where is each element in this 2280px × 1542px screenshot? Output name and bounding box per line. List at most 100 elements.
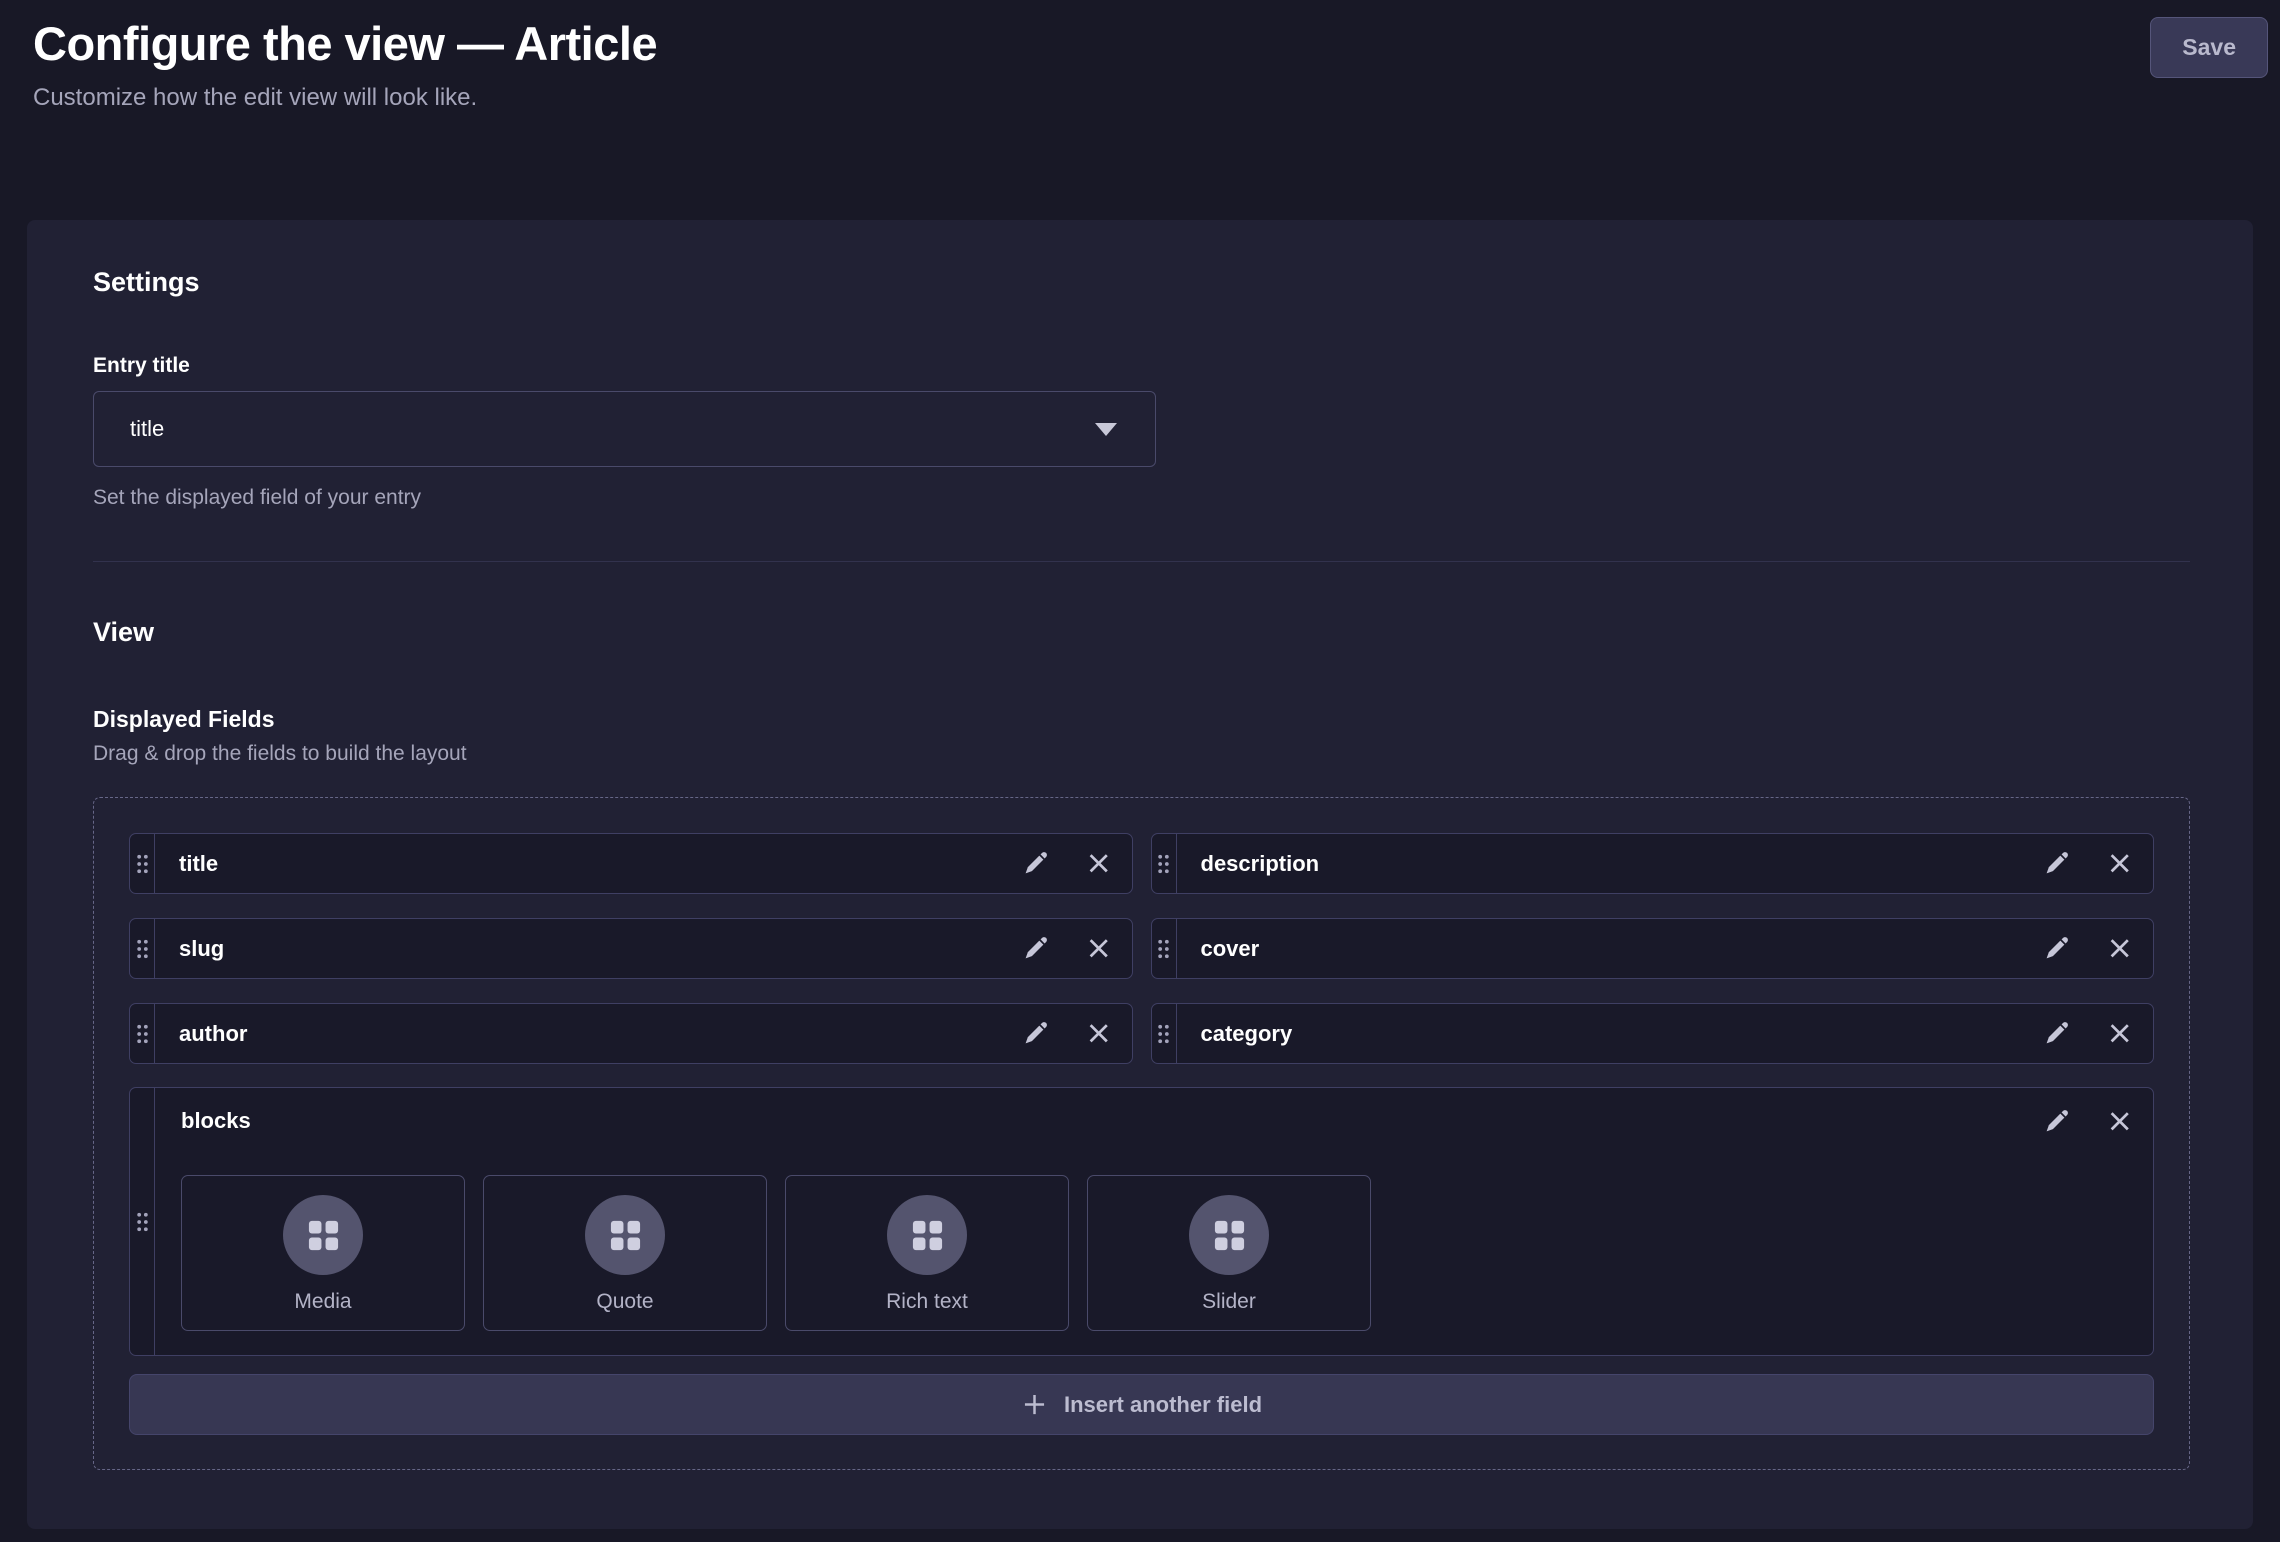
page-title: Configure the view — Article [33,14,657,73]
remove-field-button[interactable] [1085,1020,1112,1047]
edit-field-button[interactable] [2043,850,2070,877]
insert-another-field-button[interactable]: Insert another field [129,1374,2154,1435]
x-icon [1085,1020,1112,1047]
four-squares-icon [608,1218,643,1253]
drag-handle[interactable] [130,834,155,893]
field-label: description [1177,851,2044,877]
drag-handle[interactable] [1152,919,1177,978]
drag-handle[interactable] [1152,1004,1177,1063]
fields-dropzone: title description slug [93,797,2190,1470]
pencil-icon [2043,1020,2070,1047]
drag-handle-icon [136,854,149,874]
four-squares-icon [1212,1218,1247,1253]
view-heading: View [93,615,2190,649]
field-label: slug [155,936,1022,962]
component-circle [283,1195,363,1275]
field-actions [2043,1108,2133,1135]
remove-field-button[interactable] [2106,935,2133,962]
field-card-description: description [1151,833,2155,894]
remove-field-button[interactable] [1085,850,1112,877]
pencil-icon [1022,1020,1049,1047]
pencil-icon [2043,935,2070,962]
component-circle [887,1195,967,1275]
displayed-fields-label: Displayed Fields [93,705,2190,733]
field-actions [2043,1020,2153,1047]
x-icon [2106,1020,2133,1047]
field-label: author [155,1021,1022,1047]
section-divider [93,561,2190,562]
pencil-icon [2043,1108,2070,1135]
entry-title-hint: Set the displayed field of your entry [93,485,2190,511]
displayed-fields-hint: Drag & drop the fields to build the layo… [93,741,2190,767]
remove-field-button[interactable] [1085,935,1112,962]
component-label: Slider [1202,1290,1256,1314]
component-label: Rich text [886,1290,968,1314]
edit-field-button[interactable] [1022,935,1049,962]
edit-field-button[interactable] [1022,1020,1049,1047]
x-icon [2106,1108,2133,1135]
remove-field-button[interactable] [2106,850,2133,877]
field-label: cover [1177,936,2044,962]
field-actions [1022,850,1132,877]
remove-field-button[interactable] [2106,1108,2133,1135]
field-card-cover: cover [1151,918,2155,979]
component-card-slider[interactable]: Slider [1087,1175,1371,1331]
component-label: Quote [596,1290,653,1314]
four-squares-icon [910,1218,945,1253]
field-actions [1022,1020,1132,1047]
edit-field-button[interactable] [1022,850,1049,877]
settings-heading: Settings [93,266,2190,299]
component-circle [1189,1195,1269,1275]
drag-handle-icon [1157,1024,1170,1044]
entry-title-value: title [130,416,164,442]
x-icon [1085,850,1112,877]
field-actions [2043,850,2153,877]
four-squares-icon [306,1218,341,1253]
pencil-icon [1022,850,1049,877]
field-label: blocks [181,1108,251,1134]
page-header: Configure the view — Article Customize h… [0,0,2280,114]
drag-handle[interactable] [1152,834,1177,893]
blocks-header: blocks [181,1104,2133,1138]
x-icon [2106,935,2133,962]
insert-another-field-label: Insert another field [1064,1392,1262,1418]
edit-field-button[interactable] [2043,935,2070,962]
components-row: Media Quote Rich text Slider [181,1175,2133,1331]
field-card-slug: slug [129,918,1133,979]
field-label: category [1177,1021,2044,1047]
drag-handle-icon [136,1024,149,1044]
save-button[interactable]: Save [2150,17,2268,78]
configuration-panel: Settings Entry title title Set the displ… [27,220,2253,1529]
remove-field-button[interactable] [2106,1020,2133,1047]
page-subtitle: Customize how the edit view will look li… [33,81,657,114]
component-card-media[interactable]: Media [181,1175,465,1331]
field-actions [1022,935,1132,962]
x-icon [2106,850,2133,877]
drag-handle-icon [136,1212,149,1232]
field-label: title [155,851,1022,877]
field-actions [2043,935,2153,962]
edit-field-button[interactable] [2043,1020,2070,1047]
fields-grid: title description slug [129,833,2154,1064]
component-label: Media [294,1290,351,1314]
component-card-quote[interactable]: Quote [483,1175,767,1331]
field-card-blocks: blocks Media Quote [129,1087,2154,1356]
header-titles: Configure the view — Article Customize h… [33,14,657,114]
pencil-icon [1022,935,1049,962]
edit-field-button[interactable] [2043,1108,2070,1135]
drag-handle-icon [136,939,149,959]
drag-handle[interactable] [130,919,155,978]
entry-title-select[interactable]: title [93,391,1156,467]
drag-handle-icon [1157,854,1170,874]
x-icon [1085,935,1112,962]
component-card-rich-text[interactable]: Rich text [785,1175,1069,1331]
field-card-author: author [129,1003,1133,1064]
field-card-category: category [1151,1003,2155,1064]
drag-handle[interactable] [130,1004,155,1063]
pencil-icon [2043,850,2070,877]
field-card-title: title [129,833,1133,894]
blocks-content: blocks Media Quote [155,1088,2153,1355]
plus-icon [1021,1391,1048,1418]
component-circle [585,1195,665,1275]
drag-handle[interactable] [130,1088,155,1355]
